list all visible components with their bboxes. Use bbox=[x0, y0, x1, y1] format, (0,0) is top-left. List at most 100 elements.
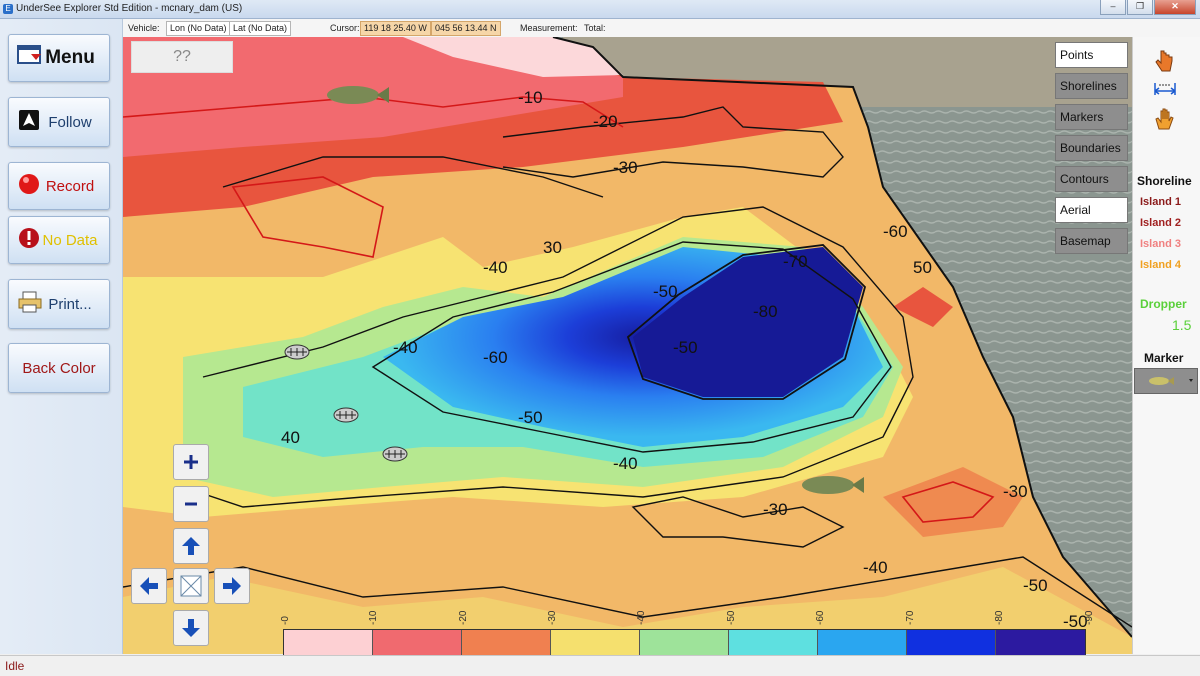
back-color-label: Back Color bbox=[22, 359, 96, 377]
contour-label: -10 bbox=[518, 88, 543, 107]
contour-label: -50 bbox=[673, 338, 698, 357]
contour-label: -70 bbox=[783, 252, 808, 271]
print-button[interactable]: Print... bbox=[8, 279, 110, 329]
record-button[interactable]: Record bbox=[8, 162, 110, 210]
fish-marker-icon bbox=[1149, 377, 1193, 385]
status-text: Idle bbox=[5, 659, 25, 673]
island-2-item[interactable]: Island 2 bbox=[1140, 217, 1181, 229]
contour-label: -40 bbox=[393, 338, 418, 357]
island-4-item[interactable]: Island 4 bbox=[1140, 259, 1181, 271]
contour-label: 30 bbox=[543, 238, 562, 257]
contour-label: -50 bbox=[653, 282, 678, 301]
arrow-left-icon bbox=[140, 577, 158, 595]
cursor-lon-field: 119 18 25.40 W bbox=[360, 21, 431, 36]
pan-down-button[interactable] bbox=[173, 610, 209, 646]
scale-swatch bbox=[818, 630, 907, 655]
layer-shorelines-toggle[interactable]: Shorelines bbox=[1055, 73, 1128, 99]
record-label: Record bbox=[45, 177, 95, 195]
scale-tick-label: -40 bbox=[636, 610, 647, 625]
contour-label: -40 bbox=[863, 558, 888, 577]
status-bar: Idle bbox=[0, 655, 1200, 676]
dropper-label: Dropper bbox=[1140, 297, 1187, 311]
right-panel: Shoreline bbox=[1132, 37, 1200, 654]
arrow-up-icon bbox=[182, 537, 200, 555]
scale-tick-label: -70 bbox=[905, 610, 916, 625]
structure-marker[interactable] bbox=[382, 446, 408, 462]
contour-label: -60 bbox=[483, 348, 508, 367]
layer-contours-toggle[interactable]: Contours bbox=[1055, 166, 1128, 192]
zoom-in-button[interactable] bbox=[173, 444, 209, 480]
measure-icon bbox=[1154, 83, 1176, 95]
arrow-down-icon bbox=[182, 619, 200, 637]
pan-up-button[interactable] bbox=[173, 528, 209, 564]
measure-tool[interactable] bbox=[1151, 79, 1179, 104]
structure-marker[interactable] bbox=[333, 407, 359, 423]
app-icon: E bbox=[3, 4, 13, 14]
scale-tick-label: -60 bbox=[815, 610, 826, 625]
structure-marker[interactable] bbox=[284, 344, 310, 360]
alert-icon bbox=[17, 226, 41, 254]
scale-tick-label: -10 bbox=[368, 610, 379, 625]
scale-tick-label: -20 bbox=[458, 610, 469, 625]
scale-swatch bbox=[551, 630, 640, 655]
pointer-hand-tool[interactable] bbox=[1153, 49, 1175, 78]
cursor-lat-field: 045 56 13.44 N bbox=[431, 21, 501, 36]
total-label: Total: bbox=[584, 23, 606, 33]
print-label: Print... bbox=[48, 295, 92, 313]
contour-label: -30 bbox=[763, 500, 788, 519]
no-data-button[interactable]: No Data bbox=[8, 216, 110, 264]
pan-hand-icon bbox=[1155, 108, 1174, 130]
marker-select[interactable] bbox=[1134, 368, 1198, 394]
layer-basemap-toggle[interactable]: Basemap bbox=[1055, 228, 1128, 254]
pan-right-button[interactable] bbox=[214, 568, 250, 604]
contour-label: -80 bbox=[753, 302, 778, 321]
layer-aerial-toggle[interactable]: Aerial bbox=[1055, 197, 1128, 223]
pan-left-button[interactable] bbox=[131, 568, 167, 604]
close-button[interactable]: ✕ bbox=[1154, 0, 1196, 15]
bathymetry-map[interactable]: -10 -20 -30 -40 -50 -60 -70 -80 30 -30 -… bbox=[123, 37, 1132, 654]
vehicle-lat-field: Lat (No Data) bbox=[229, 21, 292, 36]
layer-markers-toggle[interactable]: Markers bbox=[1055, 104, 1128, 130]
scale-swatch bbox=[729, 630, 818, 655]
cursor-label: Cursor: bbox=[330, 23, 360, 33]
maximize-button[interactable]: ❐ bbox=[1127, 0, 1153, 15]
zoom-out-button[interactable] bbox=[173, 486, 209, 522]
scale-tick-label: -0 bbox=[280, 616, 291, 625]
follow-icon bbox=[17, 108, 41, 136]
depth-color-scale bbox=[283, 629, 1086, 656]
contour-label: -40 bbox=[613, 454, 638, 473]
no-data-label: No Data bbox=[42, 231, 98, 249]
menu-button[interactable]: Menu bbox=[8, 34, 110, 82]
back-color-button[interactable]: Back Color bbox=[8, 343, 110, 393]
minimize-button[interactable]: – bbox=[1100, 0, 1126, 15]
measurement-label: Measurement: bbox=[520, 23, 578, 33]
vehicle-label: Vehicle: bbox=[128, 23, 160, 33]
follow-button[interactable]: Follow bbox=[8, 97, 110, 147]
vehicle-lon-field: Lon (No Data) bbox=[166, 21, 231, 36]
contour-label: -50 bbox=[1023, 576, 1048, 595]
contour-label: -60 bbox=[883, 222, 908, 241]
island-1-item[interactable]: Island 1 bbox=[1140, 196, 1181, 208]
contour-label: -50 bbox=[518, 408, 543, 427]
pan-hand-tool[interactable] bbox=[1153, 107, 1175, 136]
contour-label: 40 bbox=[281, 428, 300, 447]
contour-label: -20 bbox=[593, 112, 618, 131]
scale-tick-label: -90 bbox=[1084, 610, 1095, 625]
scale-swatch bbox=[907, 630, 996, 655]
window-title: UnderSee Explorer Std Edition - mcnary_d… bbox=[16, 3, 243, 14]
fit-extent-button[interactable] bbox=[173, 568, 209, 604]
info-bar: Vehicle: Lon (No Data) Lat (No Data) Cur… bbox=[123, 19, 1200, 38]
contour-label: 50 bbox=[913, 258, 932, 277]
layer-points-toggle[interactable]: Points bbox=[1055, 42, 1128, 68]
menu-icon bbox=[17, 44, 43, 72]
scale-tick-label: -80 bbox=[994, 610, 1005, 625]
scale-tick-label: -50 bbox=[726, 610, 737, 625]
dropper-value[interactable]: 1.5 bbox=[1172, 317, 1191, 333]
menu-label: Menu bbox=[45, 47, 95, 68]
unknown-value-box: ?? bbox=[131, 41, 233, 73]
contour-map: -10 -20 -30 -40 -50 -60 -70 -80 30 -30 -… bbox=[123, 37, 1132, 654]
layer-boundaries-toggle[interactable]: Boundaries bbox=[1055, 135, 1128, 161]
scale-swatch bbox=[462, 630, 551, 655]
island-3-item[interactable]: Island 3 bbox=[1140, 238, 1181, 250]
contour-label: -30 bbox=[1003, 482, 1028, 501]
